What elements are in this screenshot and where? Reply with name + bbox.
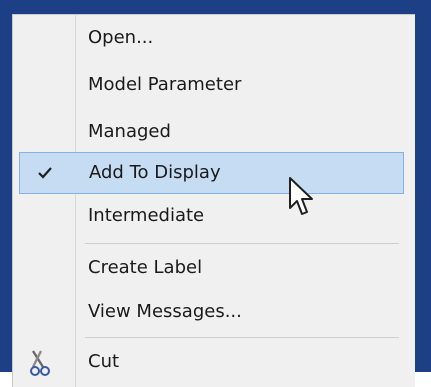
menu-item-open[interactable]: Open... <box>13 17 398 59</box>
menu-item-label: Add To Display <box>89 162 221 183</box>
menu-item-create-label[interactable]: Create Label <box>13 247 398 289</box>
context-menu: Open... Model Parameter Managed Add To D… <box>12 14 415 387</box>
menu-item-label: Cut <box>88 351 120 372</box>
menu-item-managed[interactable]: Managed <box>13 111 398 153</box>
menu-item-cut[interactable]: Cut <box>13 341 398 383</box>
mouse-pointer-icon <box>288 176 316 220</box>
menu-item-view-messages[interactable]: View Messages... <box>13 291 398 333</box>
menu-separator <box>85 337 399 338</box>
menu-item-label: Model Parameter <box>88 74 242 95</box>
menu-item-label: Create Label <box>88 257 203 278</box>
menu-item-add-to-display[interactable]: Add To Display <box>19 152 404 194</box>
menu-item-label: Intermediate <box>88 205 205 226</box>
menu-item-label: View Messages... <box>88 301 242 322</box>
scissors-icon <box>25 347 57 379</box>
menu-separator <box>85 243 399 244</box>
menu-item-label: Managed <box>88 121 171 142</box>
checkmark-icon <box>20 153 70 193</box>
menu-item-intermediate[interactable]: Intermediate <box>13 195 398 237</box>
menu-item-model-parameter[interactable]: Model Parameter <box>13 64 398 106</box>
menu-item-label: Open... <box>88 27 154 48</box>
